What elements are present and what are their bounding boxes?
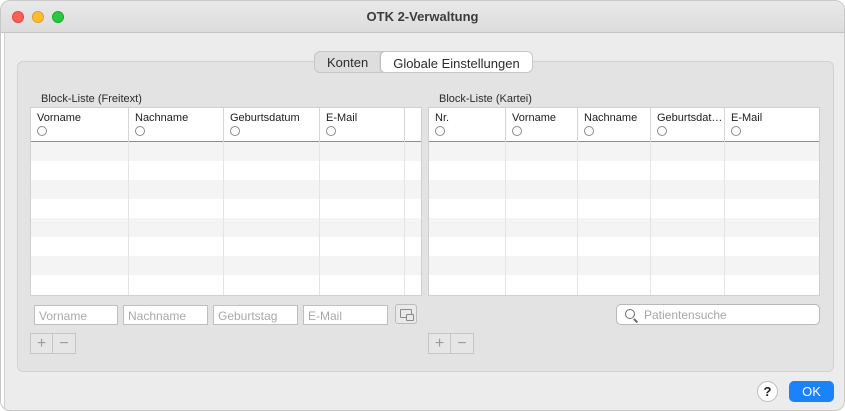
table-row[interactable] (429, 142, 819, 161)
left-add-button[interactable]: + (30, 333, 53, 354)
table-row[interactable] (429, 161, 819, 180)
filter-options-icon (400, 309, 414, 321)
table-row[interactable] (429, 237, 819, 256)
search-icon (625, 309, 635, 319)
column-radio-icon[interactable] (230, 126, 240, 136)
background-window-edge (1, 33, 5, 410)
help-button[interactable]: ? (757, 381, 778, 402)
table-row[interactable] (31, 237, 421, 256)
right-col-nachname[interactable]: Nachname (578, 108, 651, 142)
ok-button[interactable]: OK (789, 381, 834, 402)
left-col-spacer (405, 108, 421, 142)
right-table-rows (429, 142, 819, 294)
table-row[interactable] (31, 275, 421, 294)
window-title: OTK 2-Verwaltung (366, 9, 479, 24)
left-remove-button[interactable]: − (53, 333, 76, 354)
column-radio-icon[interactable] (435, 126, 445, 136)
column-radio-icon[interactable] (326, 126, 336, 136)
right-add-button[interactable]: + (428, 333, 451, 354)
left-table-header: Vorname Nachname Geburtsdatum E-Mail (31, 108, 421, 142)
left-col-geburtsdatum[interactable]: Geburtsdatum (224, 108, 320, 142)
patient-search-field[interactable]: Patientensuche (616, 304, 820, 325)
left-list-label: Block-Liste (Freitext) (41, 93, 142, 105)
column-divider (505, 142, 506, 295)
column-divider (404, 142, 405, 295)
column-divider (577, 142, 578, 295)
column-radio-icon[interactable] (37, 126, 47, 136)
left-col-nachname[interactable]: Nachname (129, 108, 224, 142)
right-table-header: Nr. Vorname Nachname Geburtsdat… E-Mail (429, 108, 819, 142)
table-row[interactable] (31, 256, 421, 275)
left-list-table[interactable]: Vorname Nachname Geburtsdatum E-Mail (30, 107, 422, 296)
filter-options-button[interactable] (395, 304, 417, 324)
filter-vorname-input[interactable]: Vorname (34, 305, 118, 325)
filter-geburtstag-input[interactable]: Geburtstag (213, 305, 298, 325)
right-col-email[interactable]: E-Mail (725, 108, 819, 142)
tab-bar: Konten Globale Einstellungen (314, 51, 533, 73)
column-divider (319, 142, 320, 295)
title-bar: OTK 2-Verwaltung (1, 1, 844, 33)
filter-nachname-input[interactable]: Nachname (123, 305, 208, 325)
right-col-geburtsdatum[interactable]: Geburtsdat… (651, 108, 725, 142)
tab-konten[interactable]: Konten (315, 52, 380, 72)
column-radio-icon[interactable] (512, 126, 522, 136)
table-row[interactable] (429, 199, 819, 218)
table-row[interactable] (31, 218, 421, 237)
column-radio-icon[interactable] (731, 126, 741, 136)
window: OTK 2-Verwaltung Konten Globale Einstell… (0, 0, 845, 411)
left-col-vorname[interactable]: Vorname (31, 108, 129, 142)
table-row[interactable] (31, 199, 421, 218)
filter-email-input[interactable]: E-Mail (303, 305, 388, 325)
table-row[interactable] (429, 180, 819, 199)
right-col-vorname[interactable]: Vorname (506, 108, 578, 142)
table-row[interactable] (429, 275, 819, 294)
search-placeholder: Patientensuche (644, 308, 727, 322)
right-remove-button[interactable]: − (451, 333, 474, 354)
right-col-nr[interactable]: Nr. (429, 108, 506, 142)
right-list-label: Block-Liste (Kartei) (439, 93, 532, 105)
column-divider (128, 142, 129, 295)
table-row[interactable] (31, 180, 421, 199)
column-divider (650, 142, 651, 295)
table-row[interactable] (31, 161, 421, 180)
left-add-remove: + − (30, 333, 76, 354)
column-divider (223, 142, 224, 295)
column-radio-icon[interactable] (135, 126, 145, 136)
left-col-email[interactable]: E-Mail (320, 108, 405, 142)
left-table-rows (31, 142, 421, 294)
column-radio-icon[interactable] (657, 126, 667, 136)
table-row[interactable] (429, 218, 819, 237)
table-row[interactable] (31, 142, 421, 161)
right-add-remove: + − (428, 333, 474, 354)
column-divider (724, 142, 725, 295)
column-radio-icon[interactable] (584, 126, 594, 136)
table-row[interactable] (429, 256, 819, 275)
tab-globale-einstellungen[interactable]: Globale Einstellungen (380, 52, 532, 72)
right-list-table[interactable]: Nr. Vorname Nachname Geburtsdat… E-Mail (428, 107, 820, 296)
